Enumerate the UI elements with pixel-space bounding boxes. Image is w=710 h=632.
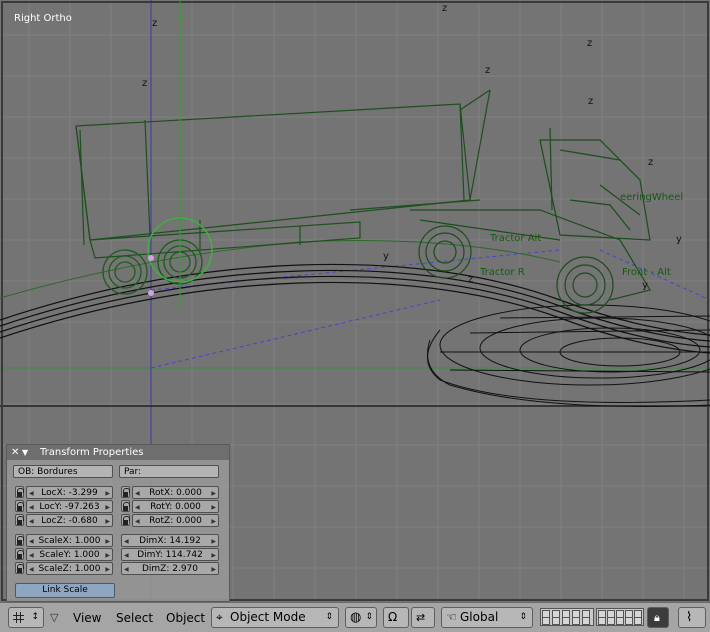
axis-label-z: z [152,18,157,29]
dim-x-field[interactable]: ◀ DimX: 14.192 ▶ [121,534,219,547]
rot-x-field[interactable]: ◀ RotX: 0.000 ▶ [132,486,219,499]
axis-label-y: y [642,280,648,291]
lock-icon: 🔒︎ [654,611,660,624]
pivot-icon: Ω [388,610,398,624]
dim-z-field[interactable]: ◀ DimZ: 2.970 ▶ [121,562,219,575]
object-label-steering-wheel: eeringWheel [620,192,683,203]
axis-label-z: z [142,78,147,89]
object-label-tractor-ait: Tractor Ait [489,233,541,244]
draw-type-dropdown[interactable]: ◍ ⇕ [345,607,377,628]
axis-label-z: z [468,274,473,285]
rot-y-field[interactable]: ◀ RotY: 0.000 ▶ [132,500,219,513]
manipulator-toggle[interactable]: ⇄ [411,607,435,628]
dropdown-arrow-icon: ⇕ [325,612,333,622]
link-scale-button[interactable]: Link Scale [15,583,115,598]
object-label-tractor-r: Tractor R [479,267,525,278]
object-label-front-alt: Front - Alt [622,267,671,278]
object-mode-icon: ⌖ [216,610,223,624]
lock-icon[interactable] [15,500,24,512]
panel-header: ✕ ▼ Transform Properties [7,445,229,460]
menu-select[interactable]: Select [116,611,153,625]
updown-arrows-icon: ↕ [31,612,39,622]
orientation-dropdown[interactable]: ☜ Global ⇕ [441,607,533,628]
hand-icon: ☜ [446,610,457,624]
dropdown-arrow-icon: ⇕ [519,612,527,622]
axis-label-z: z [648,157,653,168]
layer-buttons-left[interactable] [540,608,594,626]
paperclip-icon: ⌇ [686,610,693,625]
loc-x-field[interactable]: ◀ LocX: -3.299 ▶ [26,486,113,499]
lock-icon[interactable] [121,486,130,498]
axis-label-z: z [588,96,593,107]
view-name-label: Right Ortho [14,13,72,24]
transform-properties-panel[interactable]: ✕ ▼ Transform Properties OB: Bordures Pa… [6,444,230,602]
lock-icon[interactable] [121,514,130,526]
rot-z-field[interactable]: ◀ RotZ: 0.000 ▶ [132,514,219,527]
lock-icon[interactable] [15,514,24,526]
drag-icon: ⇄ [416,611,426,624]
axis-label-y: y [383,251,389,262]
axis-label-y: y [676,234,682,245]
axis-label-z: z [442,3,447,14]
loc-z-field[interactable]: ◀ LocZ: -0.680 ▶ [26,514,113,527]
grid-icon [13,612,24,623]
scale-y-field[interactable]: ◀ ScaleY: 1.000 ▶ [26,548,113,561]
blender-window: z z z z z z z y y y z eeringWheel Tracto… [0,0,710,632]
render-preview-button[interactable]: ⌇ [678,607,706,628]
lock-layers-button[interactable]: 🔒︎ [647,607,669,628]
svg-text:z: z [178,14,183,25]
collapse-menus-icon[interactable]: ▽ [50,611,58,624]
layer-buttons-right[interactable] [596,608,644,626]
orientation-label: Global [460,610,499,624]
close-icon[interactable]: ✕ [11,445,19,460]
lock-icon[interactable] [15,548,24,560]
menu-view[interactable]: View [73,611,101,625]
lock-icon[interactable] [15,562,24,574]
lock-icon[interactable] [121,500,130,512]
panel-title: Transform Properties [40,447,144,458]
dim-y-field[interactable]: ◀ DimY: 114.742 ▶ [121,548,219,561]
3d-view-header: ↕ ▽ View Select Object ⌖ Object Mode ⇕ ◍… [0,602,710,632]
axis-label-z: z [485,65,490,76]
lock-icon[interactable] [15,486,24,498]
scale-z-field[interactable]: ◀ ScaleZ: 1.000 ▶ [26,562,113,575]
menu-object[interactable]: Object [166,611,205,625]
axis-label-z: z [587,38,592,49]
pivot-dropdown[interactable]: Ω [383,607,409,628]
scale-x-field[interactable]: ◀ ScaleX: 1.000 ▶ [26,534,113,547]
mode-label: Object Mode [230,610,306,624]
collapse-triangle-icon[interactable]: ▼ [22,445,28,460]
editor-type-button[interactable]: ↕ [8,607,44,628]
lock-icon[interactable] [15,534,24,546]
parent-field[interactable]: Par: [119,465,219,478]
dropdown-arrow-icon: ⇕ [365,612,373,622]
loc-y-field[interactable]: ◀ LocY: -97.263 ▶ [26,500,113,513]
object-name-field[interactable]: OB: Bordures [13,465,113,478]
mode-dropdown[interactable]: ⌖ Object Mode ⇕ [211,607,339,628]
wireframe-sphere-icon: ◍ [350,610,362,625]
